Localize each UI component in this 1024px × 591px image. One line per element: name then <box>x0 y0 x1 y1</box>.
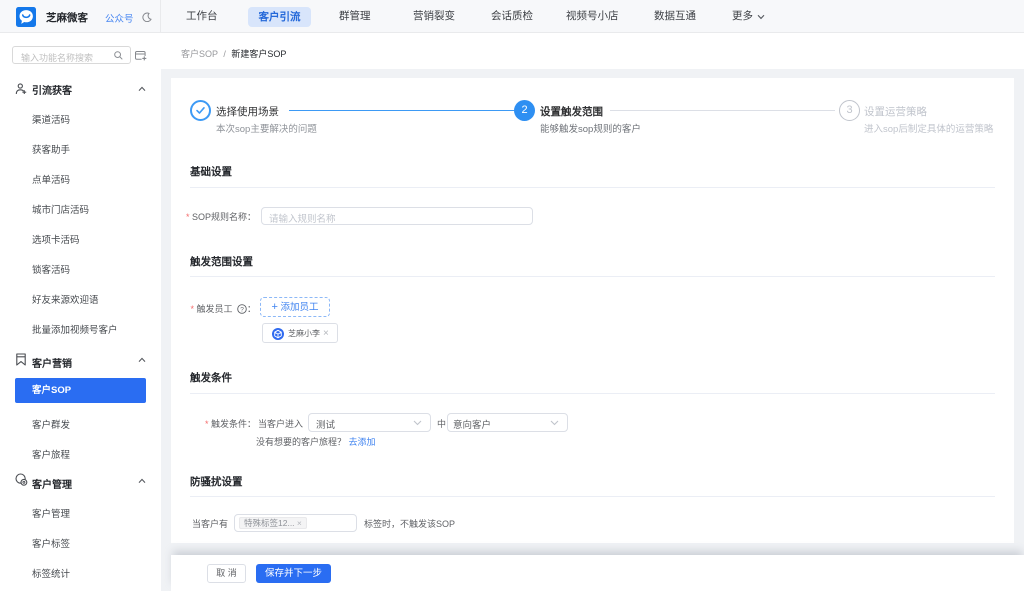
svg-text:?: ? <box>240 306 244 313</box>
